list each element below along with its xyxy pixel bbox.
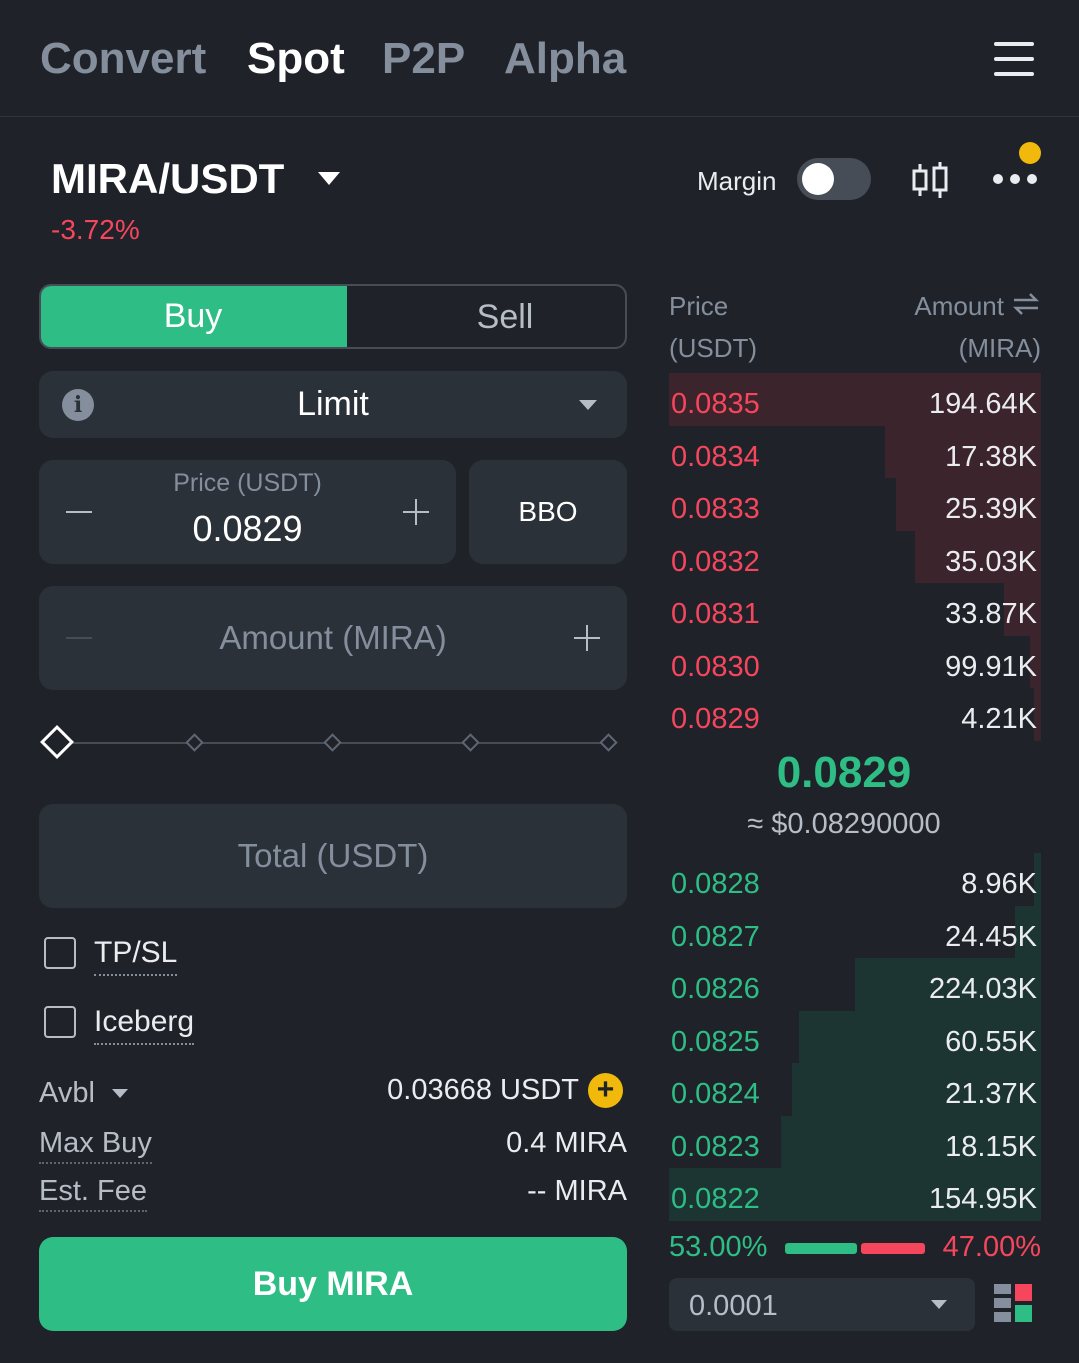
toggle-knob	[802, 163, 834, 195]
max-buy-label[interactable]: Max Buy	[39, 1127, 152, 1164]
precision-value: 0.0001	[689, 1290, 778, 1322]
ask-row[interactable]: 0.0835 194.64K	[669, 373, 1041, 426]
top-nav: Convert Spot P2P Alpha	[0, 0, 1079, 117]
tab-spot[interactable]: Spot	[247, 34, 345, 84]
chevron-down-icon	[579, 400, 597, 410]
fee-label[interactable]: Est. Fee	[39, 1175, 147, 1212]
last-price-usd: ≈ $0.08290000	[747, 808, 941, 840]
buy-tab[interactable]: Buy	[41, 286, 347, 347]
slider-node-50[interactable]	[323, 733, 342, 752]
price-field[interactable]: Price (USDT) 0.0829	[39, 460, 456, 564]
slider-node-100[interactable]	[599, 733, 618, 752]
increase-amount-icon[interactable]	[574, 625, 600, 651]
precision-select[interactable]: 0.0001	[669, 1278, 975, 1331]
menu-icon[interactable]	[994, 42, 1034, 76]
notification-dot	[1019, 142, 1041, 164]
margin-label: Margin	[697, 166, 777, 196]
total-field[interactable]: Total (USDT)	[39, 804, 627, 908]
bid-row[interactable]: 0.0824 21.37K	[669, 1063, 1041, 1116]
fee-value: -- MIRA	[527, 1175, 627, 1207]
swap-icon[interactable]	[1012, 290, 1040, 318]
margin-toggle[interactable]	[797, 158, 871, 200]
bid-row[interactable]: 0.0826 224.03K	[669, 958, 1041, 1011]
iceberg-checkbox[interactable]	[44, 1006, 76, 1038]
add-funds-icon[interactable]: +	[588, 1073, 623, 1108]
bid-list: 0.0828 8.96K 0.0827 24.45K 0.0826 224.03K 0.08…	[669, 853, 1041, 1221]
tab-p2p[interactable]: P2P	[382, 34, 465, 84]
bid-row[interactable]: 0.0828 8.96K	[669, 853, 1041, 906]
buy-ratio-bar	[785, 1243, 857, 1254]
ask-row[interactable]: 0.0829 4.21K	[669, 688, 1041, 741]
slider-node-75[interactable]	[461, 733, 480, 752]
avbl-label[interactable]: Avbl	[39, 1077, 95, 1110]
total-placeholder: Total (USDT)	[237, 837, 429, 874]
chevron-down-icon[interactable]	[318, 172, 340, 185]
bid-price: 0.0822	[671, 1183, 760, 1215]
avbl-value: 0.03668 USDT	[387, 1074, 579, 1106]
ask-row[interactable]: 0.0830 99.91K	[669, 635, 1041, 688]
ask-list: 0.0835 194.64K 0.0834 17.38K 0.0833 25.39K 0.0…	[669, 373, 1041, 741]
amount-slider[interactable]	[40, 725, 620, 760]
bid-row[interactable]: 0.0823 18.15K	[669, 1115, 1041, 1168]
tab-convert[interactable]: Convert	[40, 34, 206, 84]
price-unit: (USDT)	[669, 333, 758, 363]
pair-selector[interactable]: MIRA/USDT	[51, 155, 284, 203]
ask-row[interactable]: 0.0834 17.38K	[669, 425, 1041, 478]
order-type-value: Limit	[297, 385, 369, 423]
ask-row[interactable]: 0.0833 25.39K	[669, 478, 1041, 531]
more-icon[interactable]	[990, 170, 1040, 190]
bid-amount: 154.95K	[928, 1183, 1037, 1215]
bbo-button[interactable]: BBO	[469, 460, 627, 564]
candlestick-chart-icon[interactable]	[908, 158, 952, 202]
amount-unit: (MIRA)	[958, 333, 1041, 363]
iceberg-label[interactable]: Iceberg	[94, 1005, 195, 1045]
buy-sell-switch: Buy Sell	[39, 284, 627, 349]
tpsl-label[interactable]: TP/SL	[94, 936, 178, 976]
buy-ratio: 53.00%	[669, 1231, 768, 1263]
amount-placeholder: Amount (MIRA)	[219, 619, 447, 656]
ask-price: 0.0829	[671, 703, 760, 735]
chevron-down-icon[interactable]	[112, 1089, 128, 1098]
price-value[interactable]: 0.0829	[39, 508, 456, 550]
chevron-down-icon	[931, 1300, 947, 1309]
last-price[interactable]: 0.0829	[669, 748, 1019, 798]
price-label: Price (USDT)	[173, 469, 322, 497]
bid-row[interactable]: 0.0827 24.45K	[669, 905, 1041, 958]
order-type-select[interactable]: i Limit	[39, 371, 627, 438]
increase-price-icon[interactable]	[403, 499, 429, 525]
amount-field[interactable]: Amount (MIRA)	[39, 586, 627, 690]
slider-node-25[interactable]	[185, 733, 204, 752]
sell-ratio-bar	[861, 1243, 925, 1254]
bid-row[interactable]: 0.0825 60.55K	[669, 1010, 1041, 1063]
slider-thumb[interactable]	[40, 725, 74, 759]
sell-tab[interactable]: Sell	[381, 286, 625, 347]
ask-row[interactable]: 0.0831 33.87K	[669, 583, 1041, 636]
price-change: -3.72%	[51, 214, 140, 245]
orderbook-layout-icon[interactable]	[994, 1284, 1034, 1324]
tpsl-checkbox[interactable]	[44, 937, 76, 969]
ask-row[interactable]: 0.0832 35.03K	[669, 530, 1041, 583]
amount-header[interactable]: Amount	[914, 285, 1004, 327]
price-header: Price	[669, 291, 729, 321]
buy-tab-arrow	[313, 286, 346, 347]
ask-amount: 4.21K	[961, 703, 1037, 735]
max-buy-value: 0.4 MIRA	[506, 1127, 627, 1159]
buy-mira-button[interactable]: Buy MIRA	[39, 1237, 627, 1331]
tab-alpha[interactable]: Alpha	[504, 34, 626, 84]
bid-row[interactable]: 0.0822 154.95K	[669, 1168, 1041, 1221]
sell-ratio: 47.00%	[942, 1231, 1041, 1263]
